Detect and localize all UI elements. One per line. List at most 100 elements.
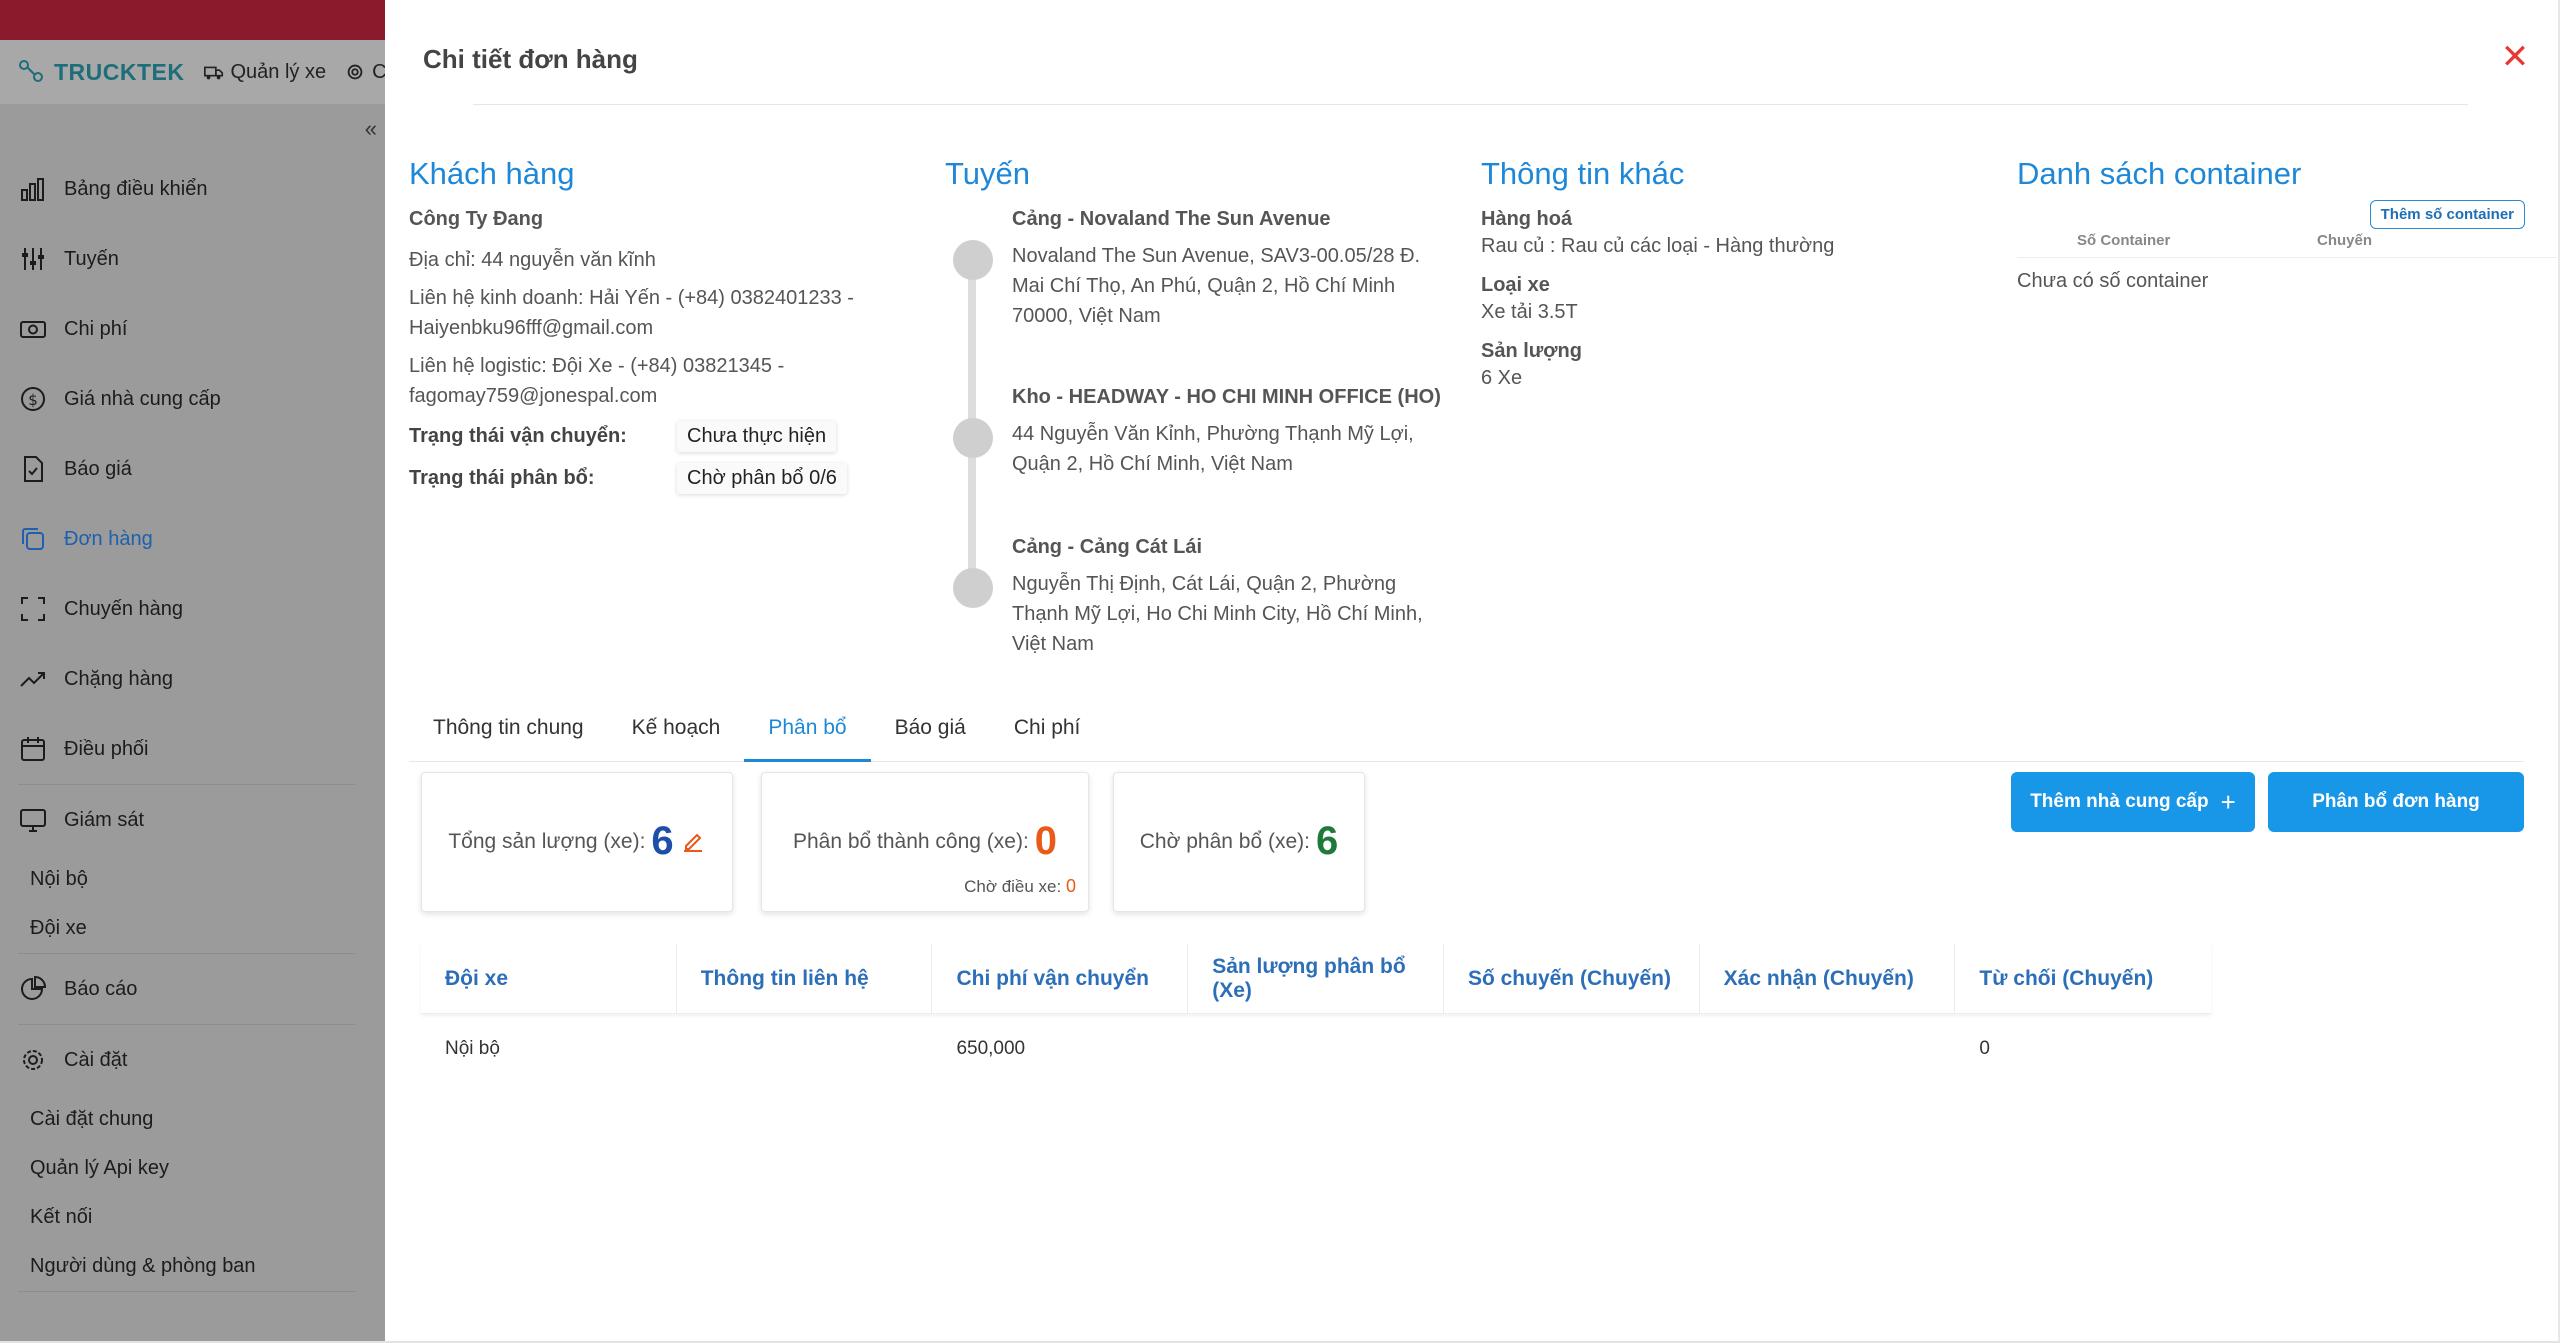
divider xyxy=(473,104,2468,105)
transport-status-badge: Chưa thực hiện xyxy=(677,420,837,452)
sidebar-item-monitoring[interactable]: Giám sát xyxy=(0,785,355,855)
brand-logo[interactable]: TRUCKTEK xyxy=(18,57,185,87)
total-volume-value: 6 xyxy=(651,819,674,863)
route-stop: Cảng - Novaland The Sun Avenue Novaland … xyxy=(945,208,1445,386)
sidebar-item-shipments[interactable]: Chuyến hàng xyxy=(0,574,355,644)
modal-title: Chi tiết đơn hàng xyxy=(423,44,638,74)
sidebar-subitem-api-keys[interactable]: Quản lý Api key xyxy=(0,1144,355,1193)
container-number-header: Số Container xyxy=(2077,232,2171,249)
sidebar-item-costs[interactable]: Chi phí xyxy=(0,294,355,364)
vehicle-type-label: Loại xe xyxy=(1481,274,1550,296)
settings-gear-icon xyxy=(23,1050,43,1070)
allocation-status-label: Trạng thái phân bổ: xyxy=(409,466,595,489)
cell-trips xyxy=(1444,1014,1700,1084)
allocate-order-button[interactable]: Phân bổ đơn hàng xyxy=(2268,772,2524,832)
route-stop-name: Cảng - Cảng Cát Lái xyxy=(1012,536,1203,558)
other-info-title: Thông tin khác xyxy=(1481,156,1685,191)
other-info-section: Thông tin khác Hàng hoá Rau củ : Rau củ … xyxy=(1481,156,1981,406)
col-transport-cost[interactable]: Chi phí vận chuyển xyxy=(932,944,1189,1013)
sidebar-item-reports[interactable]: Báo cáo xyxy=(0,954,355,1024)
table-row[interactable]: Nội bộ 650,000 0 xyxy=(421,1014,2211,1084)
allocation-table: Đội xe Thông tin liên hệ Chi phí vận chu… xyxy=(421,944,2211,1084)
table-header: Đội xe Thông tin liên hệ Chi phí vận chu… xyxy=(421,944,2211,1014)
volume-value: 6 Xe xyxy=(1481,367,1523,389)
add-supplier-button[interactable]: Thêm nhà cung cấp + xyxy=(2011,772,2255,832)
route-stop-address: Novaland The Sun Avenue, SAV3-00.05/28 Đ… xyxy=(1012,245,1421,327)
cell-allocated-volume xyxy=(1188,1014,1444,1084)
dollar-circle-icon: $ xyxy=(21,387,45,411)
sidebar-item-legs[interactable]: Chặng hàng xyxy=(0,644,355,714)
route-stop-name: Cảng - Novaland The Sun Avenue xyxy=(1012,208,1331,230)
brand-name: TRUCKTEK xyxy=(54,58,185,85)
sidebar-item-quotes[interactable]: Báo giá xyxy=(0,434,355,504)
container-table-header: Số Container Chuyến xyxy=(2017,232,2557,258)
expand-icon xyxy=(21,597,45,621)
customer-name: Công Ty Đang xyxy=(409,208,544,230)
timeline-dot xyxy=(953,568,993,608)
col-trips[interactable]: Số chuyến (Chuyến) xyxy=(1444,944,1700,1013)
order-detail-modal: Chi tiết đơn hàng ✕ Khách hàng Công Ty Đ… xyxy=(385,0,2558,1343)
tab-allocation[interactable]: Phân bổ xyxy=(744,706,871,762)
detail-tabs: Thông tin chung Kế hoạch Phân bổ Báo giá… xyxy=(409,706,2524,762)
sidebar-subitem-users[interactable]: Người dùng & phòng ban xyxy=(0,1242,355,1291)
tab-general[interactable]: Thông tin chung xyxy=(409,706,608,762)
cell-confirmed xyxy=(1700,1014,1956,1084)
route-stop: Cảng - Cảng Cát Lái Nguyễn Thị Định, Cát… xyxy=(945,536,1445,659)
allocated-success-value: 0 xyxy=(1034,819,1058,863)
sidebar-item-settings[interactable]: Cài đặt xyxy=(0,1025,355,1095)
sidebar-item-supplier-prices[interactable]: $ Giá nhà cung cấp xyxy=(0,364,355,434)
gear-icon xyxy=(347,64,363,80)
bar-chart-icon xyxy=(21,178,44,201)
add-container-button[interactable]: Thêm số container xyxy=(2369,200,2525,229)
goods-label: Hàng hoá xyxy=(1481,208,1573,230)
container-title: Danh sách container xyxy=(2017,156,2302,191)
container-section: Danh sách container Thêm số container Số… xyxy=(2017,156,2557,293)
calendar-icon xyxy=(21,737,45,761)
close-icon[interactable]: ✕ xyxy=(2500,40,2530,74)
cell-transport-cost: 650,000 xyxy=(956,1038,1026,1059)
customer-title: Khách hàng xyxy=(409,156,575,191)
route-title: Tuyến xyxy=(945,156,1031,191)
logo-icon xyxy=(19,60,43,82)
copy-icon xyxy=(22,528,44,550)
col-contact[interactable]: Thông tin liên hệ xyxy=(677,944,933,1013)
container-empty-text: Chưa có số container xyxy=(2017,270,2209,292)
sidebar-subitem-fleet[interactable]: Đội xe xyxy=(0,904,355,953)
allocated-success-label: Phân bổ thành công (xe): xyxy=(792,829,1029,853)
col-allocated-volume[interactable]: Sản lượng phân bổ (Xe) xyxy=(1188,944,1444,1013)
col-confirmed[interactable]: Xác nhận (Chuyến) xyxy=(1700,944,1956,1013)
transport-status-label: Trạng thái vận chuyển: xyxy=(409,424,627,447)
cell-fleet: Nội bộ xyxy=(445,1038,500,1059)
pending-allocation-card: Chờ phân bổ (xe): 6 xyxy=(1113,772,1365,912)
sidebar-item-dashboard[interactable]: Bảng điều khiển xyxy=(0,154,355,224)
container-trip-header: Chuyến xyxy=(2317,232,2373,249)
document-check-icon xyxy=(24,456,43,482)
sidebar-item-orders[interactable]: Đơn hàng xyxy=(0,504,355,574)
sidebar-subitem-general-settings[interactable]: Cài đặt chung xyxy=(0,1095,355,1144)
edit-icon[interactable] xyxy=(680,829,706,855)
sidebar-item-routes[interactable]: Tuyến xyxy=(0,224,355,294)
header-link-vehicles[interactable]: Quản lý xe xyxy=(203,61,326,84)
tab-plan[interactable]: Kế hoạch xyxy=(608,706,745,762)
col-fleet[interactable]: Đội xe xyxy=(421,944,677,1013)
allocated-success-card: Phân bổ thành công (xe): 0 Chờ điều xe: … xyxy=(761,772,1089,912)
waiting-dispatch-label: Chờ điều xe: xyxy=(964,877,1062,896)
top-accent-bar xyxy=(0,0,385,40)
tab-costs[interactable]: Chi phí xyxy=(990,706,1105,762)
sidebar-item-dispatch[interactable]: Điều phối xyxy=(0,714,355,784)
collapse-sidebar-icon[interactable]: « xyxy=(365,116,377,142)
volume-label: Sản lượng xyxy=(1481,340,1582,362)
tab-quote[interactable]: Báo giá xyxy=(871,706,990,762)
sidebar-subitem-connections[interactable]: Kết nối xyxy=(0,1193,355,1242)
sidebar-subitem-internal[interactable]: Nội bộ xyxy=(0,855,355,904)
total-volume-card: Tổng sản lượng (xe): 6 xyxy=(421,772,733,912)
monitor-icon xyxy=(20,809,46,832)
col-rejected[interactable]: Từ chối (Chuyến) xyxy=(1955,944,2211,1013)
pie-chart-icon xyxy=(21,975,47,1000)
header-link-other[interactable]: C xyxy=(344,61,387,84)
timeline-dot xyxy=(953,418,993,458)
plus-icon: + xyxy=(2220,786,2236,817)
svg-text:$: $ xyxy=(28,391,38,409)
divider xyxy=(18,1291,355,1292)
app-header: TRUCKTEK Quản lý xe C xyxy=(0,40,387,104)
